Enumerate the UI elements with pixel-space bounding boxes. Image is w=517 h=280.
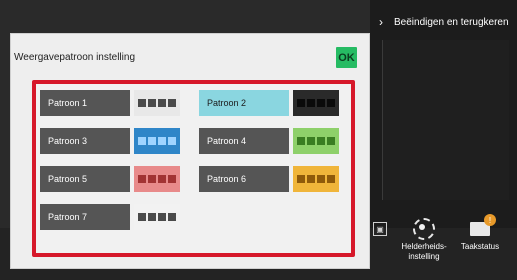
brightness-label: Helderheids- instelling [401, 242, 447, 261]
swatch-block [307, 99, 315, 107]
swatch-block [138, 99, 146, 107]
swatch-block [158, 137, 166, 145]
swatch-block [158, 213, 166, 221]
pattern-item-6[interactable]: Patroon 6 [199, 166, 339, 192]
right-panel [382, 40, 509, 200]
pattern-button[interactable]: Patroon 2 [199, 90, 289, 116]
task-status-label: Taakstatus [460, 242, 500, 251]
pattern-item-1[interactable]: Patroon 1 [40, 90, 180, 116]
pattern-swatch [134, 90, 180, 116]
swatch-block [148, 137, 156, 145]
swatch-block [158, 175, 166, 183]
chevron-right-icon: › [379, 15, 383, 29]
task-icon: ! [470, 214, 496, 236]
swatch-block [148, 175, 156, 183]
swatch-block [138, 213, 146, 221]
pattern-grid: Patroon 1 Patroon 2 Patroon 3 Patroon 4 … [32, 80, 355, 257]
pattern-swatch [134, 204, 180, 230]
pattern-item-7[interactable]: Patroon 7 [40, 204, 180, 230]
pattern-button[interactable]: Patroon 7 [40, 204, 130, 230]
pattern-item-5[interactable]: Patroon 5 [40, 166, 180, 192]
ok-button[interactable]: OK [336, 47, 357, 68]
screen: › Beëindigen en terugkeren Y ▣ Helderhei… [0, 0, 517, 280]
dialog-title: Weergavepatroon instelling [14, 52, 136, 63]
swatch-block [327, 99, 335, 107]
swatch-block [168, 99, 176, 107]
swatch-block [158, 99, 166, 107]
task-status-button[interactable]: ! Taakstatus [452, 214, 508, 274]
swatch-block [148, 99, 156, 107]
sun-icon [413, 218, 435, 240]
pattern-swatch [134, 166, 180, 192]
pattern-button[interactable]: Patroon 3 [40, 128, 130, 154]
swatch-block [307, 175, 315, 183]
back-button[interactable]: › Beëindigen en terugkeren [370, 8, 517, 36]
swatch-block [327, 137, 335, 145]
pattern-item-3[interactable]: Patroon 3 [40, 128, 180, 154]
swatch-block [307, 137, 315, 145]
pattern-swatch [293, 166, 339, 192]
display-icon[interactable]: ▣ [373, 222, 387, 236]
swatch-block [327, 175, 335, 183]
brightness-button[interactable]: Helderheids- instelling [396, 216, 452, 274]
pattern-swatch [134, 128, 180, 154]
swatch-block [317, 99, 325, 107]
swatch-block [317, 137, 325, 145]
pattern-button[interactable]: Patroon 4 [199, 128, 289, 154]
swatch-block [317, 175, 325, 183]
pattern-button[interactable]: Patroon 1 [40, 90, 130, 116]
swatch-block [168, 175, 176, 183]
back-button-label: Beëindigen en terugkeren [394, 16, 509, 28]
pattern-swatch [293, 128, 339, 154]
pattern-item-2[interactable]: Patroon 2 [199, 90, 339, 116]
pattern-button[interactable]: Patroon 5 [40, 166, 130, 192]
swatch-block [297, 137, 305, 145]
pattern-swatch [293, 90, 339, 116]
alert-badge-icon: ! [484, 214, 496, 226]
swatch-block [297, 175, 305, 183]
swatch-block [168, 137, 176, 145]
swatch-block [297, 99, 305, 107]
pattern-button[interactable]: Patroon 6 [199, 166, 289, 192]
swatch-block [148, 213, 156, 221]
pattern-item-4[interactable]: Patroon 4 [199, 128, 339, 154]
swatch-block [138, 137, 146, 145]
swatch-block [138, 175, 146, 183]
swatch-block [168, 213, 176, 221]
